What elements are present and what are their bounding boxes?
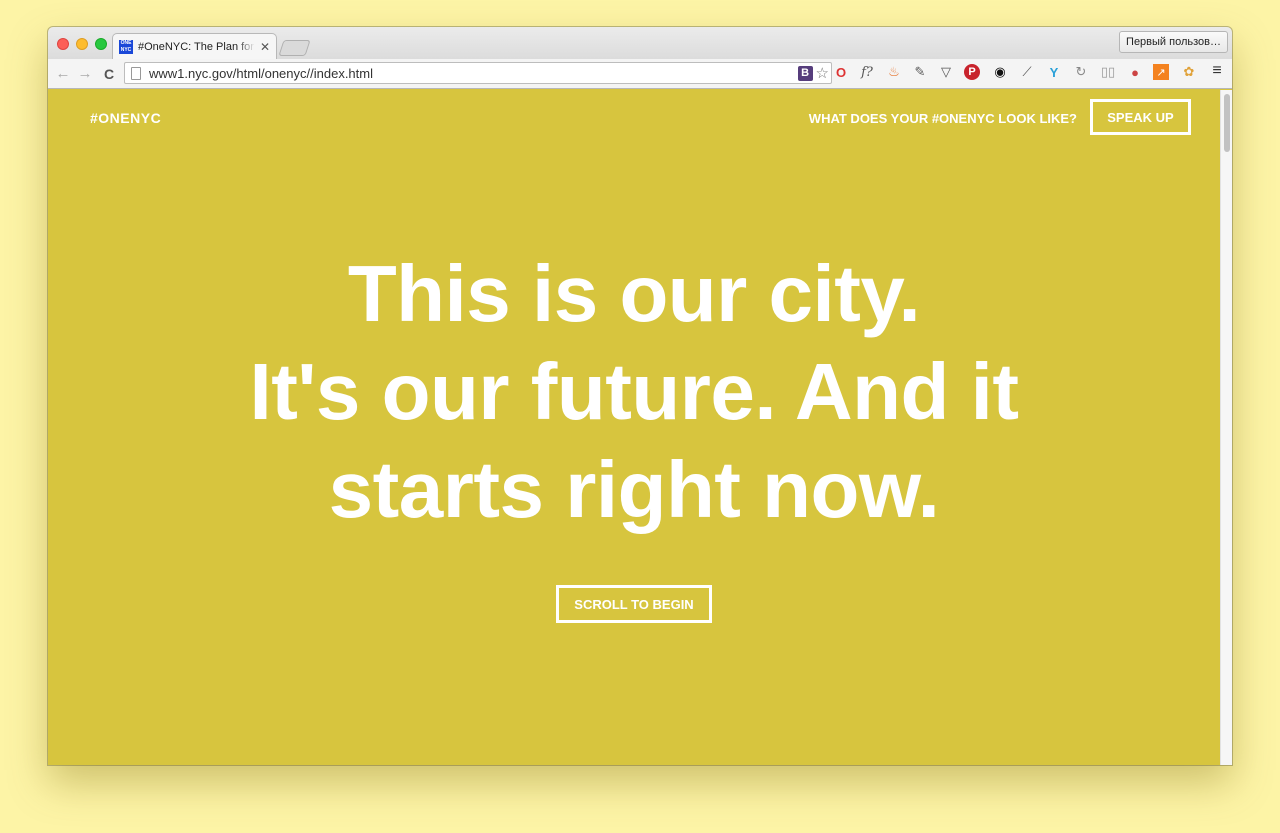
reload-icon[interactable]: C — [98, 66, 120, 82]
puzzle-icon[interactable]: ✿ — [1180, 63, 1198, 81]
whatfont-icon[interactable]: f? — [858, 63, 876, 81]
hero-line-3: starts right now. — [328, 445, 940, 534]
browser-titlebar: ONE NYC #OneNYC: The Plan for a Strong a… — [48, 27, 1232, 60]
browser-tab[interactable]: ONE NYC #OneNYC: The Plan for a Strong a… — [112, 33, 277, 60]
browser-window: ONE NYC #OneNYC: The Plan for a Strong a… — [48, 27, 1232, 765]
evernote-icon[interactable]: ✎ — [911, 63, 929, 81]
cta-text[interactable]: WHAT DOES YOUR #ONENYC LOOK LIKE? — [809, 111, 1077, 126]
vertical-scrollbar[interactable] — [1220, 90, 1232, 765]
page-icon — [131, 66, 141, 80]
fire-icon[interactable]: ♨ — [885, 63, 903, 81]
onenyc-favicon-icon: ONE NYC — [119, 40, 133, 54]
sync-icon[interactable]: ↻ — [1072, 63, 1090, 81]
onenyc-logo[interactable]: #ONENYC — [90, 110, 161, 126]
tab-close-icon[interactable]: ✕ — [260, 40, 270, 54]
hero-headline: This is our city. It's our future. And i… — [48, 245, 1220, 539]
pinterest-icon[interactable]: P — [964, 64, 980, 80]
page-viewport: #ONENYC WHAT DOES YOUR #ONENYC LOOK LIKE… — [48, 90, 1220, 765]
bootstrap-extension-icon[interactable]: B — [797, 65, 813, 81]
speak-up-button[interactable]: SPEAK UP — [1090, 99, 1191, 135]
vpn-icon[interactable]: Y — [1045, 63, 1063, 81]
address-bar[interactable]: www1.nyc.gov/html/onenyc//index.html B ☆ — [124, 62, 832, 84]
url-text[interactable]: www1.nyc.gov/html/onenyc//index.html — [149, 66, 798, 81]
scroll-to-begin-button[interactable]: SCROLL TO BEGIN — [556, 585, 712, 623]
cookie-icon[interactable]: ● — [1126, 63, 1144, 81]
new-tab-button[interactable] — [278, 40, 311, 56]
bookmark-star-icon[interactable]: ☆ — [816, 64, 829, 82]
analytics-icon[interactable]: ↗ — [1153, 64, 1169, 80]
scrollbar-thumb[interactable] — [1224, 94, 1230, 152]
color-picker-icon[interactable]: ◉ — [991, 63, 1009, 81]
minimize-window-button[interactable] — [76, 38, 88, 50]
forward-arrow-icon[interactable]: → — [74, 65, 96, 82]
pocket-icon[interactable]: ▽ — [937, 63, 955, 81]
profile-button[interactable]: Первый пользов… — [1119, 31, 1228, 53]
hero-line-2: It's our future. And it — [249, 347, 1019, 436]
opera-icon[interactable]: O — [832, 63, 850, 81]
hero-line-1: This is our city. — [347, 249, 921, 338]
eyedropper-icon[interactable]: ⟋ — [1018, 63, 1036, 81]
browser-toolbar: ← → C www1.nyc.gov/html/onenyc//index.ht… — [48, 59, 1232, 89]
back-arrow-icon[interactable]: ← — [52, 65, 74, 82]
reader-icon[interactable]: ▯▯ — [1099, 63, 1117, 81]
close-window-button[interactable] — [57, 38, 69, 50]
maximize-window-button[interactable] — [95, 38, 107, 50]
chrome-menu-icon[interactable]: ≡ — [1208, 62, 1226, 80]
tab-title: #OneNYC: The Plan for a Strong and Just … — [138, 41, 255, 53]
